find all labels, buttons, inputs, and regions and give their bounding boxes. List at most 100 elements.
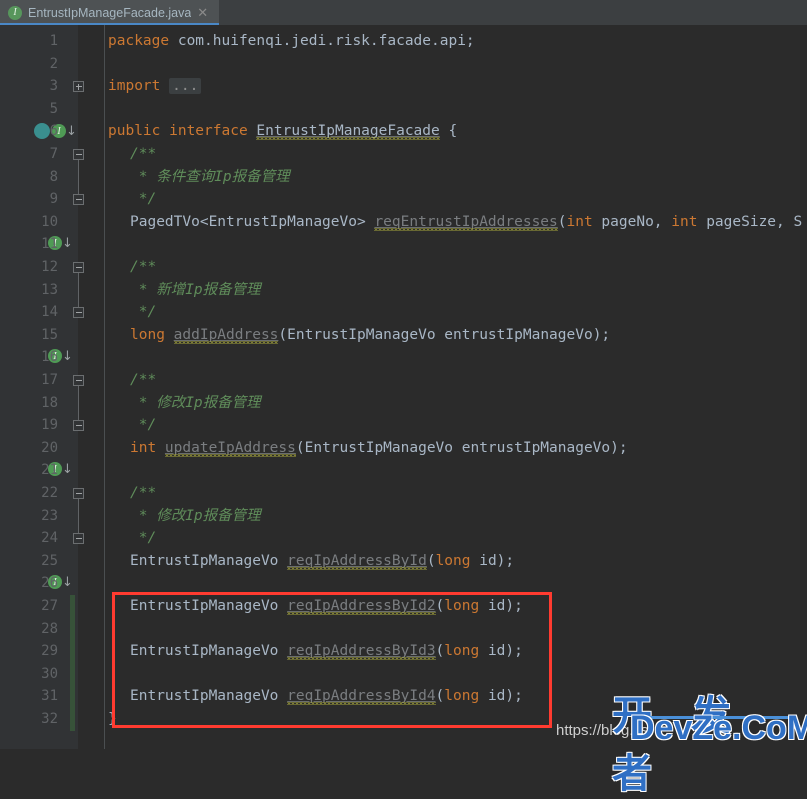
code-token: ( — [435, 598, 445, 614]
code-line-row: 6 public interface EntrustIpManageFacade … — [0, 120, 807, 143]
code-token: long — [435, 552, 480, 569]
blog-url-text: https://blog.cs — [556, 722, 649, 739]
code-token: /** — [130, 485, 157, 501]
line-number: 10 — [41, 213, 58, 230]
code-line-row: 21 — [0, 459, 807, 482]
line-number: 16 — [41, 349, 58, 366]
line-number: 9 — [49, 191, 58, 208]
line-number: 1 — [49, 33, 58, 49]
code-token: id); — [479, 552, 515, 569]
line-number: 23 — [41, 507, 58, 524]
java-interface-icon: I — [8, 5, 22, 20]
code-line-row: 9 */ — [0, 188, 807, 211]
code-line-row: 20 int updateIpAddress(EntrustIpManageVo … — [0, 437, 807, 460]
code-token: ... — [169, 78, 202, 95]
line-number: 15 — [41, 326, 58, 343]
code-token: */ — [130, 530, 157, 547]
code-line-row: 22 /** — [0, 482, 807, 505]
watermark-divider — [633, 716, 789, 719]
code-token: EntrustIpManageFacade — [256, 123, 440, 140]
code-text: * 修改Ip报备管理 — [130, 392, 261, 415]
code-token: reqIpAddressById3 — [287, 643, 436, 660]
code-text: EntrustIpManageVo reqIpAddressById(long … — [130, 550, 514, 573]
code-token: * 修改Ip报备管理 — [130, 394, 261, 411]
code-token: long — [130, 326, 174, 343]
line-number: 11 — [41, 236, 58, 253]
code-token: reqIpAddressById2 — [287, 598, 436, 614]
code-line-row: 31 EntrustIpManageVo reqIpAddressById4(lo… — [0, 685, 807, 708]
code-line-row: 17 /** — [0, 369, 807, 392]
code-line-row: 29 EntrustIpManageVo reqIpAddressById3(lo… — [0, 640, 807, 663]
code-text: /** — [130, 143, 156, 166]
code-token: public — [108, 123, 170, 140]
code-line-row: 12 /** — [0, 256, 807, 279]
code-text: */ — [130, 188, 156, 211]
line-number: 3 — [49, 78, 58, 95]
code-text: * 条件查询Ip报备管理 — [130, 166, 290, 189]
ide-window: I EntrustIpManageFacade.java ✕ I ↓ I ↓ I ↓ I ↓ I… — [0, 0, 807, 796]
code-text: int updateIpAddress(EntrustIpManageVo en… — [130, 437, 628, 460]
code-text: /** — [130, 482, 156, 505]
line-number: 2 — [49, 55, 58, 72]
code-token: ( — [426, 552, 436, 569]
line-number: 7 — [49, 146, 58, 162]
close-icon[interactable]: ✕ — [197, 6, 208, 19]
code-token: ( — [435, 688, 445, 705]
code-line-row: 16 — [0, 346, 807, 369]
code-line-row: 11 — [0, 233, 807, 256]
code-token: /** — [130, 146, 157, 162]
code-token: updateIpAddress — [164, 439, 296, 456]
code-token: reqIpAddressById4 — [287, 688, 436, 705]
code-line-row: 32} — [0, 708, 807, 731]
code-token: long — [444, 643, 488, 660]
code-text: import ... — [108, 75, 202, 98]
code-token: * 条件查询Ip报备管理 — [130, 168, 290, 185]
line-number: 14 — [41, 304, 58, 321]
code-token: reqIpAddressById — [287, 552, 427, 569]
code-line-row: 5 — [0, 98, 807, 121]
tab-label: EntrustIpManageFacade.java — [28, 5, 192, 20]
code-line-row: 18 * 修改Ip报备管理 — [0, 392, 807, 415]
line-number: 5 — [49, 100, 58, 117]
code-line-row: 7 /** — [0, 143, 807, 166]
code-token: int — [671, 213, 707, 230]
code-token: ( — [557, 213, 567, 230]
line-number: 18 — [41, 394, 58, 411]
code-token: */ — [130, 417, 157, 434]
code-token: long — [444, 598, 488, 614]
code-token: PagedTVo<EntrustIpManageVo> — [130, 213, 375, 230]
code-token: { — [439, 123, 458, 140]
line-number: 27 — [41, 598, 58, 614]
code-line-row: 13 * 新增Ip报备管理 — [0, 279, 807, 302]
code-token: import — [108, 78, 170, 95]
code-token: */ — [130, 304, 157, 321]
code-line-row: 15 long addIpAddress(EntrustIpManageVo en… — [0, 324, 807, 347]
code-line-row: 26 — [0, 572, 807, 595]
code-token: * 修改Ip报备管理 — [130, 507, 261, 524]
code-token: */ — [130, 191, 157, 208]
code-token: EntrustIpManageVo — [130, 598, 288, 614]
code-text: EntrustIpManageVo reqIpAddressById4(long… — [130, 685, 523, 708]
code-text: * 修改Ip报备管理 — [130, 505, 261, 528]
code-token: com.huifenqi.jedi.risk.facade.api; — [177, 33, 475, 49]
code-text: PagedTVo<EntrustIpManageVo> reqEntrustIp… — [130, 211, 802, 234]
code-token: interface — [169, 123, 257, 140]
code-line-row: 8 * 条件查询Ip报备管理 — [0, 166, 807, 189]
code-token: pageSize, S — [706, 213, 803, 230]
code-line-row: 19 */ — [0, 414, 807, 437]
code-token: addIpAddress — [173, 326, 279, 343]
code-line-row: 2 — [0, 53, 807, 76]
code-token: package — [108, 33, 178, 49]
code-token: EntrustIpManageVo — [130, 688, 288, 705]
code-text: /** — [130, 369, 156, 392]
code-text: package com.huifenqi.jedi.risk.facade.ap… — [108, 30, 475, 53]
code-text: */ — [130, 527, 156, 550]
editor-tab-entrustipmanagefacade[interactable]: I EntrustIpManageFacade.java ✕ — [0, 0, 219, 25]
code-token: int — [566, 213, 602, 230]
code-token: (EntrustIpManageVo entrustIpManageVo); — [278, 326, 611, 343]
code-line-row: 14 */ — [0, 301, 807, 324]
line-number: 25 — [41, 552, 58, 569]
code-token: /** — [130, 372, 157, 388]
line-number: 19 — [41, 417, 58, 434]
code-editor[interactable]: I ↓ I ↓ I ↓ I ↓ I ↓ 1 package com.huifenqi.jedi.ri… — [0, 25, 807, 749]
